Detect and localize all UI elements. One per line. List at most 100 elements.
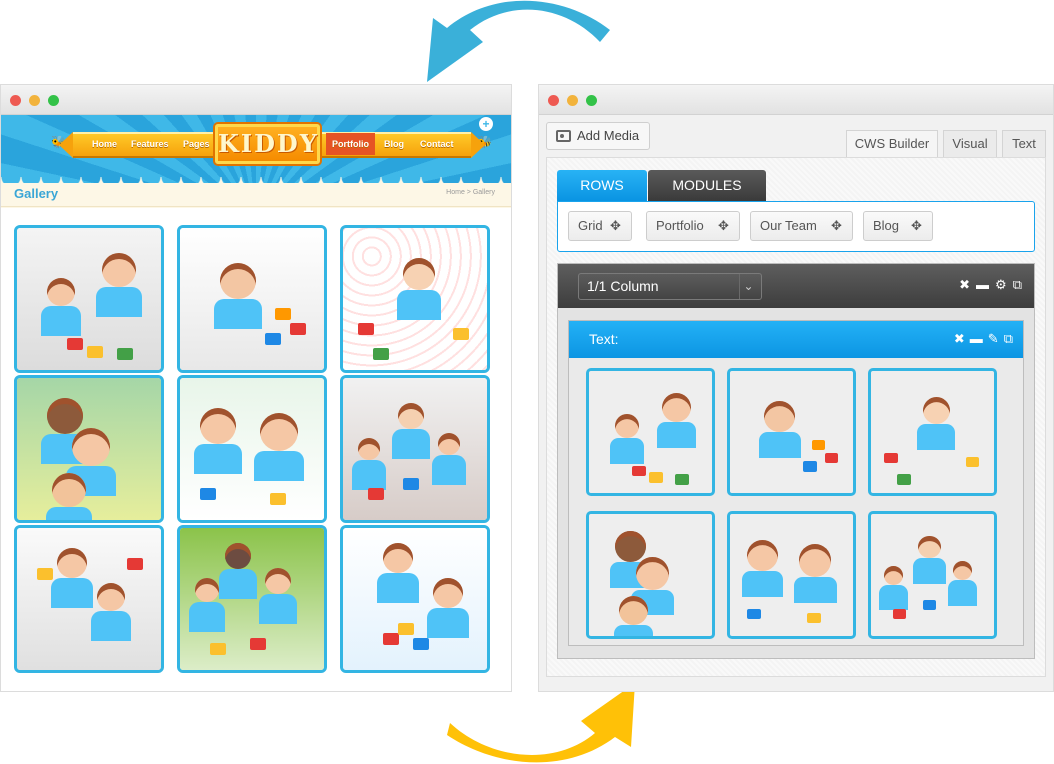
nav-contact[interactable]: Contact xyxy=(420,139,454,149)
module-gallery-thumb[interactable] xyxy=(727,368,856,496)
row-portfolio-button[interactable]: Portfolio ✥ xyxy=(646,211,740,241)
minimize-icon[interactable]: ▬ xyxy=(970,331,983,346)
gallery-photo[interactable] xyxy=(14,225,164,373)
edit-icon[interactable]: ✎ xyxy=(988,331,999,346)
builder-window: Add Media CWS Builder Visual Text ROWS M… xyxy=(538,84,1054,692)
cycle-arrow-blue-icon xyxy=(427,0,610,82)
column-layout-select[interactable]: 1/1 Column ⌄ xyxy=(578,273,762,300)
close-icon[interactable]: ✖ xyxy=(954,331,965,346)
kid-body xyxy=(742,570,784,597)
toy-block xyxy=(811,439,826,451)
page-title: Gallery xyxy=(14,186,59,201)
kid-figure xyxy=(662,392,692,422)
toy-block xyxy=(67,338,83,350)
kid-body xyxy=(613,624,654,636)
maximize-dot-icon[interactable] xyxy=(586,95,597,106)
move-icon: ✥ xyxy=(718,218,729,233)
toy-block xyxy=(803,461,817,472)
gallery-photo[interactable] xyxy=(340,225,490,373)
tab-visual[interactable]: Visual xyxy=(943,130,997,157)
kid-figure xyxy=(220,263,256,299)
kid-figure xyxy=(200,408,236,444)
kid-body xyxy=(656,421,697,448)
toy-block xyxy=(413,638,429,650)
tab-cws-builder[interactable]: CWS Builder xyxy=(846,130,938,157)
kid-body xyxy=(41,306,81,336)
window-titlebar xyxy=(1,85,511,115)
tab-modules[interactable]: MODULES xyxy=(648,170,766,201)
toy-block xyxy=(368,488,384,500)
toy-block xyxy=(275,308,291,320)
gallery-photo[interactable] xyxy=(177,525,327,673)
toy-block xyxy=(892,608,907,619)
move-icon: ✥ xyxy=(911,218,922,233)
module-gallery-thumb[interactable] xyxy=(586,511,715,639)
row-grid-button[interactable]: Grid ✥ xyxy=(568,211,632,241)
kid-figure xyxy=(883,565,903,585)
gallery-photo[interactable] xyxy=(14,525,164,673)
module-gallery-thumb[interactable] xyxy=(727,511,856,639)
gallery-photo[interactable] xyxy=(177,375,327,523)
toy-block xyxy=(290,323,306,335)
kid-body xyxy=(259,594,297,624)
copy-icon[interactable]: ⧉ xyxy=(1013,277,1022,292)
toy-block xyxy=(403,478,419,490)
kid-body xyxy=(377,573,419,603)
toy-block xyxy=(383,633,399,645)
move-icon: ✥ xyxy=(610,218,621,233)
toy-block xyxy=(200,488,216,500)
site-logo[interactable]: KIDDY xyxy=(215,124,320,164)
nav-home[interactable]: Home xyxy=(92,139,117,149)
module-gallery-thumb[interactable] xyxy=(868,368,997,496)
minimize-icon[interactable]: ▬ xyxy=(976,277,989,292)
plus-icon[interactable]: + xyxy=(479,117,493,131)
kid-figure xyxy=(97,583,125,611)
close-dot-icon[interactable] xyxy=(10,95,21,106)
row-blog-button[interactable]: Blog ✥ xyxy=(863,211,933,241)
toy-block xyxy=(358,323,374,335)
minimize-dot-icon[interactable] xyxy=(29,95,40,106)
breadcrumb[interactable]: Home > Gallery xyxy=(446,189,495,196)
toy-block xyxy=(675,474,689,485)
nav-features[interactable]: Features xyxy=(131,139,169,149)
gallery-photo[interactable] xyxy=(340,525,490,673)
kid-figure xyxy=(52,473,86,507)
copy-icon[interactable]: ⧉ xyxy=(1004,331,1013,346)
tab-rows[interactable]: ROWS xyxy=(557,170,647,207)
module-gallery-thumb[interactable] xyxy=(868,511,997,639)
row-our-team-button[interactable]: Our Team ✥ xyxy=(750,211,853,241)
nav-pages[interactable]: Pages xyxy=(183,139,210,149)
nav-portfolio[interactable]: Portfolio xyxy=(326,133,375,155)
minimize-dot-icon[interactable] xyxy=(567,95,578,106)
toy-block xyxy=(453,328,469,340)
tab-text[interactable]: Text xyxy=(1002,130,1046,157)
kid-body xyxy=(609,438,645,464)
kid-body xyxy=(392,429,430,459)
gallery-photo[interactable] xyxy=(14,375,164,523)
chevron-down-icon: ⌄ xyxy=(739,274,757,299)
kid-body xyxy=(219,569,257,599)
maximize-dot-icon[interactable] xyxy=(48,95,59,106)
kid-figure xyxy=(952,561,972,581)
kid-figure xyxy=(614,531,646,563)
nav-blog[interactable]: Blog xyxy=(384,139,404,149)
kid-body xyxy=(427,608,469,638)
toy-block xyxy=(922,600,937,611)
module-gallery-thumb[interactable] xyxy=(586,368,715,496)
gear-icon[interactable]: ⚙ xyxy=(995,277,1007,292)
column-container: 1/1 Column ⌄ ✖ ▬ ⚙ ⧉ Text: ✖ ▬ ✎ ⧉ xyxy=(557,263,1035,659)
kid-figure xyxy=(383,543,413,573)
text-module-toolbar: Text: ✖ ▬ ✎ ⧉ xyxy=(569,321,1023,358)
photo-scene xyxy=(17,378,161,520)
photo-scene xyxy=(17,528,161,670)
close-icon[interactable]: ✖ xyxy=(959,277,970,292)
kid-figure xyxy=(798,544,832,577)
kid-body xyxy=(46,507,92,520)
kid-body xyxy=(793,576,837,603)
close-dot-icon[interactable] xyxy=(548,95,559,106)
toy-block xyxy=(965,457,980,468)
gallery-photo[interactable] xyxy=(340,375,490,523)
kid-figure xyxy=(619,595,649,625)
add-media-button[interactable]: Add Media xyxy=(546,122,650,150)
gallery-photo[interactable] xyxy=(177,225,327,373)
